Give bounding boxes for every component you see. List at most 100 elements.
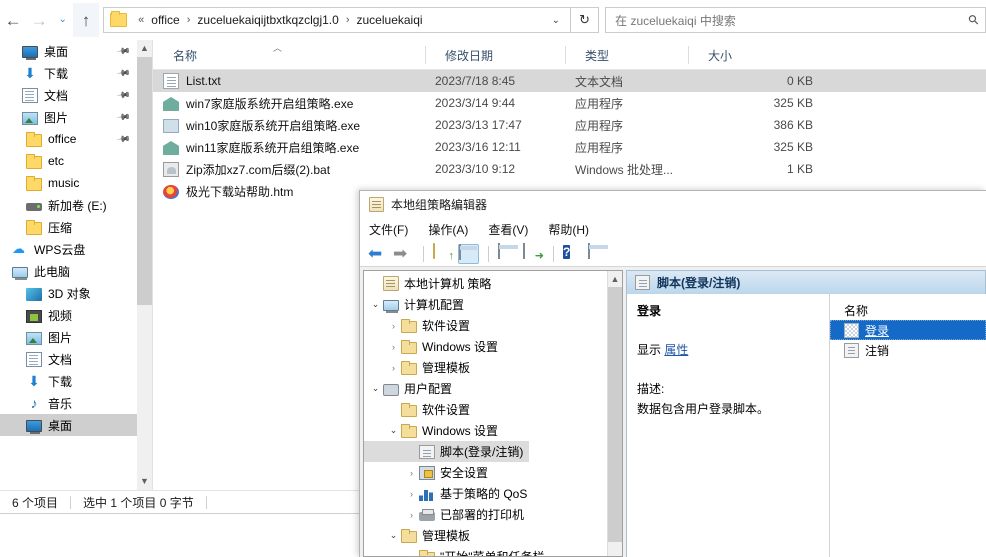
sidebar-item-6[interactable]: music [0, 172, 137, 194]
recent-locations-button[interactable]: ⌄ [52, 3, 73, 37]
sidebar-item-2[interactable]: 文档 📌 [0, 84, 137, 106]
sidebar-item-5[interactable]: etc [0, 150, 137, 172]
gpedit-toolbar[interactable]: ⬅ ➡ ↑ ➜ ? [360, 241, 986, 267]
pin-icon[interactable]: 📌 [116, 43, 131, 59]
breadcrumb-item-package[interactable]: zuceluekaiqijtbxtkqzclgj1.0 [195, 12, 340, 28]
scrollbar-thumb[interactable] [137, 57, 152, 305]
chevron-right-icon[interactable]: › [386, 363, 401, 373]
column-header-name[interactable]: 名称 [163, 40, 197, 70]
chevron-down-icon[interactable]: ⌄ [386, 425, 401, 436]
tree-node-8[interactable]: 脚本(登录/注销) [364, 441, 530, 462]
tree-node-3[interactable]: › Windows 设置 [364, 336, 622, 357]
tree-node-12[interactable]: ⌄ 管理模板 [364, 525, 622, 546]
back-button[interactable]: ← [0, 3, 26, 37]
sidebar-item-11[interactable]: 3D 对象 [0, 282, 137, 304]
column-divider[interactable] [688, 46, 689, 64]
sidebar-item-3[interactable]: 图片 📌 [0, 106, 137, 128]
sidebar-item-15[interactable]: ⬇ 下载 [0, 370, 137, 392]
tree-node-0[interactable]: 本地计算机 策略 [364, 273, 622, 294]
pin-icon[interactable]: 📌 [116, 109, 131, 125]
forward-button[interactable]: → [26, 3, 52, 37]
list-item[interactable]: 登录 [830, 320, 986, 340]
up-button[interactable]: ↑ [72, 3, 100, 37]
sidebar-item-4[interactable]: office 📌 [0, 128, 137, 150]
table-row[interactable]: Zip添加xz7.com后缀(2).bat 2023/3/10 9:12 Windo… [153, 158, 986, 180]
sidebar-item-7[interactable]: 新加卷 (E:) [0, 194, 137, 216]
table-row[interactable]: win7家庭版系统开启组策略.exe 2023/3/14 9:44 应用程序 325 … [153, 92, 986, 114]
list-column-header-name[interactable]: 名称 [830, 300, 986, 320]
chevron-down-icon[interactable]: ⌄ [542, 15, 570, 26]
chevron-right-icon[interactable]: › [404, 489, 419, 499]
column-header-size[interactable]: 大小 [698, 40, 732, 70]
scrollbar-thumb[interactable] [608, 287, 622, 542]
breadcrumb-overflow[interactable]: « [133, 14, 149, 26]
chevron-down-icon[interactable]: ⌄ [368, 383, 383, 394]
properties-icon[interactable] [498, 242, 519, 264]
chevron-right-icon[interactable]: › [404, 468, 419, 478]
scroll-up-arrow-icon[interactable]: ▲ [608, 271, 622, 287]
sidebar-item-16[interactable]: ♪ 音乐 [0, 392, 137, 414]
sidebar-item-0[interactable]: 桌面 📌 [0, 40, 137, 62]
tree-node-5[interactable]: ⌄ 用户配置 [364, 378, 622, 399]
tree-node-2[interactable]: › 软件设置 [364, 315, 622, 336]
tree-node-6[interactable]: 软件设置 [364, 399, 622, 420]
tree-node-4[interactable]: › 管理模板 [364, 357, 622, 378]
back-icon[interactable]: ⬅ [368, 244, 389, 264]
pin-icon[interactable]: 📌 [116, 87, 131, 103]
sidebar-item-17[interactable]: 桌面 [0, 414, 137, 436]
tree-node-7[interactable]: ⌄ Windows 设置 [364, 420, 622, 441]
menu-item-2[interactable]: 查看(V) [488, 221, 528, 238]
chevron-right-icon[interactable]: › [386, 342, 401, 352]
tree-node-10[interactable]: › 基于策略的 QoS [364, 483, 622, 504]
table-row[interactable]: win10家庭版系统开启组策略.exe 2023/3/13 17:47 应用程序 38… [153, 114, 986, 136]
navigation-scrollbar[interactable]: ▲ ▼ [137, 40, 152, 490]
sidebar-item-1[interactable]: ⬇ 下载 📌 [0, 62, 137, 84]
sidebar-item-13[interactable]: 图片 [0, 326, 137, 348]
scroll-up-arrow-icon[interactable]: ▲ [137, 40, 152, 57]
gpedit-title-bar[interactable]: 本地组策略编辑器 [360, 191, 986, 217]
chevron-right-icon[interactable]: › [404, 510, 419, 520]
navigation-pane[interactable]: 桌面 📌 ⬇ 下载 📌 文档 📌 图片 📌 office 📌 etc music 新加卷 (E:) 压缩 ☁ W… [0, 40, 137, 490]
menu-item-0[interactable]: 文件(F) [369, 221, 408, 238]
gpedit-menu-bar[interactable]: 文件(F) 操作(A) 查看(V) 帮助(H) [360, 217, 986, 241]
chevron-down-icon[interactable]: ⌄ [368, 299, 383, 310]
tree-node-9[interactable]: › 安全设置 [364, 462, 622, 483]
chevron-down-icon[interactable]: ⌄ [386, 530, 401, 541]
list-item[interactable]: 注销 [830, 340, 986, 360]
export-list-icon[interactable]: ➜ [523, 242, 544, 264]
column-header-type[interactable]: 类型 [575, 40, 609, 70]
policy-tree-pane[interactable]: 本地计算机 策略 ⌄ 计算机配置 › 软件设置 › Windows 设置 › 管理模板 ⌄ 用户配置… [363, 270, 623, 557]
menu-item-3[interactable]: 帮助(H) [548, 221, 589, 238]
sidebar-item-14[interactable]: 文档 [0, 348, 137, 370]
table-row[interactable]: win11家庭版系统开启组策略.exe 2023/3/16 12:11 应用程序 32… [153, 136, 986, 158]
scroll-down-arrow-icon[interactable]: ▼ [137, 473, 152, 490]
policy-tree[interactable]: 本地计算机 策略 ⌄ 计算机配置 › 软件设置 › Windows 设置 › 管理模板 ⌄ 用户配置… [364, 271, 622, 557]
tree-node-1[interactable]: ⌄ 计算机配置 [364, 294, 622, 315]
table-row[interactable]: List.txt 2023/7/18 8:45 文本文档 0 KB [153, 70, 986, 92]
column-header-date[interactable]: 修改日期 [435, 40, 493, 70]
breadcrumb[interactable]: « office › zuceluekaiqijtbxtkqzclgj1.0 ›… [103, 7, 571, 33]
column-divider[interactable] [425, 46, 426, 64]
column-divider[interactable] [565, 46, 566, 64]
refresh-button[interactable]: ↻ [570, 7, 600, 33]
chevron-right-icon[interactable]: › [404, 552, 419, 557]
sidebar-item-9[interactable]: ☁ WPS云盘 [0, 238, 137, 260]
pin-icon[interactable]: 📌 [116, 131, 131, 147]
detail-list[interactable]: 登录 注销 [830, 320, 986, 360]
show-hide-tree-icon[interactable] [458, 243, 479, 264]
tree-scrollbar[interactable]: ▲ [607, 271, 622, 556]
menu-item-1[interactable]: 操作(A) [428, 221, 468, 238]
show-console-tree-icon[interactable] [588, 242, 609, 264]
sidebar-item-12[interactable]: 视频 [0, 304, 137, 326]
properties-link[interactable]: 属性 [664, 343, 688, 357]
sidebar-item-8[interactable]: 压缩 [0, 216, 137, 238]
breadcrumb-item-current[interactable]: zuceluekaiqi [355, 12, 425, 28]
tree-node-11[interactable]: › 已部署的打印机 [364, 504, 622, 525]
pin-icon[interactable]: 📌 [116, 65, 131, 81]
search-input[interactable]: 在 zuceluekaiqi 中搜索 ⚲ [605, 7, 986, 33]
up-folder-icon[interactable]: ↑ [433, 242, 454, 264]
forward-icon[interactable]: ➡ [393, 244, 414, 264]
breadcrumb-item-office[interactable]: office [149, 12, 181, 28]
tree-node-13[interactable]: › "开始"菜单和任务栏 [364, 546, 622, 557]
help-icon[interactable]: ? [563, 244, 584, 264]
